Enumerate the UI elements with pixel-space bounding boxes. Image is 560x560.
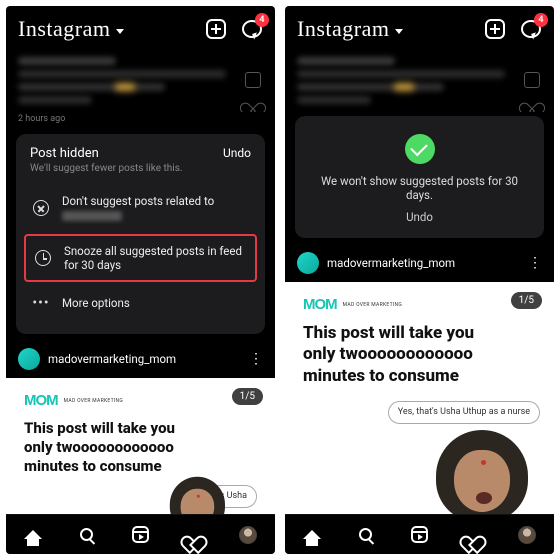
- card-title: Post hidden: [30, 146, 183, 161]
- option-dont-suggest-related[interactable]: Don't suggest posts related to: [30, 184, 251, 232]
- bookmark-icon[interactable]: [524, 72, 540, 88]
- avatar: [297, 252, 319, 274]
- username: madovermarketing_mom: [327, 256, 528, 270]
- messenger-button[interactable]: 4: [241, 18, 263, 40]
- dots-icon: •••: [32, 294, 50, 312]
- post-content[interactable]: 1/5 MOM MAD OVER MARKETING This post wil…: [285, 282, 554, 514]
- new-post-button[interactable]: [205, 18, 227, 40]
- nav-profile[interactable]: [238, 525, 258, 545]
- post-brand-sub: MAD OVER MARKETING: [64, 398, 123, 404]
- heart-outline-icon[interactable]: [245, 96, 261, 110]
- instagram-logo[interactable]: Instagram: [297, 16, 389, 42]
- blurred-topic: [62, 211, 122, 221]
- person-image: [436, 430, 528, 514]
- speech-bubble: Yes, that's Usha Uthup as a nurse: [388, 401, 540, 424]
- avatar: [18, 348, 40, 370]
- nav-home[interactable]: [23, 525, 43, 545]
- profile-icon: [239, 526, 257, 544]
- username: madovermarketing_mom: [48, 352, 249, 366]
- profile-icon: [518, 526, 536, 544]
- nav-profile[interactable]: [517, 525, 537, 545]
- heart-icon: [186, 528, 202, 542]
- heart-outline-icon[interactable]: [524, 96, 540, 110]
- screenshot-left: Instagram 4 2 hours ago: [6, 6, 275, 554]
- post-hidden-card: Post hidden We'll suggest fewer posts li…: [16, 134, 265, 334]
- search-icon: [80, 528, 93, 541]
- post-headline: This post will take you only twooooooooo…: [24, 419, 257, 475]
- new-post-button[interactable]: [484, 18, 506, 40]
- instagram-logo[interactable]: Instagram: [18, 16, 110, 42]
- person-image: [170, 477, 225, 514]
- blurred-caption-area: [285, 48, 554, 112]
- check-circle-icon: [405, 134, 435, 164]
- home-icon: [303, 530, 321, 539]
- confirmation-text: We won't show suggested posts for 30 day…: [309, 174, 530, 202]
- option-more[interactable]: ••• More options: [30, 284, 251, 322]
- option-snooze-30-days[interactable]: Snooze all suggested posts in feed for 3…: [24, 234, 257, 282]
- nav-reels[interactable]: [409, 525, 429, 545]
- nav-reels[interactable]: [130, 525, 150, 545]
- notification-badge: 4: [255, 13, 269, 27]
- plus-square-icon: [206, 19, 226, 39]
- heart-icon: [465, 528, 481, 542]
- nav-activity[interactable]: [463, 525, 483, 545]
- nav-search[interactable]: [356, 525, 376, 545]
- account-row[interactable]: madovermarketing_mom ⋮: [285, 246, 554, 282]
- app-header: Instagram 4: [6, 6, 275, 48]
- post-brand-logo: MOM: [303, 296, 337, 313]
- undo-button[interactable]: Undo: [223, 146, 251, 160]
- search-icon: [359, 528, 372, 541]
- nav-activity[interactable]: [184, 525, 204, 545]
- reels-icon: [132, 526, 149, 543]
- account-row[interactable]: madovermarketing_mom ⋮: [6, 342, 275, 378]
- x-circle-icon: [33, 200, 49, 216]
- snooze-confirmed-card: We won't show suggested posts for 30 day…: [295, 116, 544, 238]
- nav-search[interactable]: [77, 525, 97, 545]
- post-brand-logo: MOM: [24, 392, 58, 409]
- carousel-counter: 1/5: [511, 292, 542, 309]
- post-headline: This post will take you only twooooooooo…: [303, 323, 536, 387]
- nav-home[interactable]: [302, 525, 322, 545]
- notification-badge: 4: [534, 13, 548, 27]
- clock-icon: [35, 250, 51, 266]
- post-timestamp: 2 hours ago: [6, 112, 275, 130]
- blurred-caption-area: [6, 48, 275, 112]
- home-icon: [24, 530, 42, 539]
- chevron-down-icon[interactable]: [116, 29, 124, 34]
- chevron-down-icon[interactable]: [395, 29, 403, 34]
- app-header: Instagram 4: [285, 6, 554, 48]
- screenshot-right: Instagram 4 We won't s: [285, 6, 554, 554]
- post-menu-icon[interactable]: ⋮: [528, 255, 542, 271]
- plus-square-icon: [485, 19, 505, 39]
- post-brand-sub: MAD OVER MARKETING: [343, 302, 402, 308]
- bottom-nav: [285, 514, 554, 554]
- messenger-button[interactable]: 4: [520, 18, 542, 40]
- reels-icon: [411, 526, 428, 543]
- carousel-counter: 1/5: [232, 388, 263, 405]
- post-menu-icon[interactable]: ⋮: [249, 351, 263, 367]
- post-content[interactable]: 1/5 MOM MAD OVER MARKETING This post wil…: [6, 378, 275, 514]
- bottom-nav: [6, 514, 275, 554]
- bookmark-icon[interactable]: [245, 72, 261, 88]
- card-subtitle: We'll suggest fewer posts like this.: [30, 163, 183, 174]
- undo-button[interactable]: Undo: [309, 210, 530, 224]
